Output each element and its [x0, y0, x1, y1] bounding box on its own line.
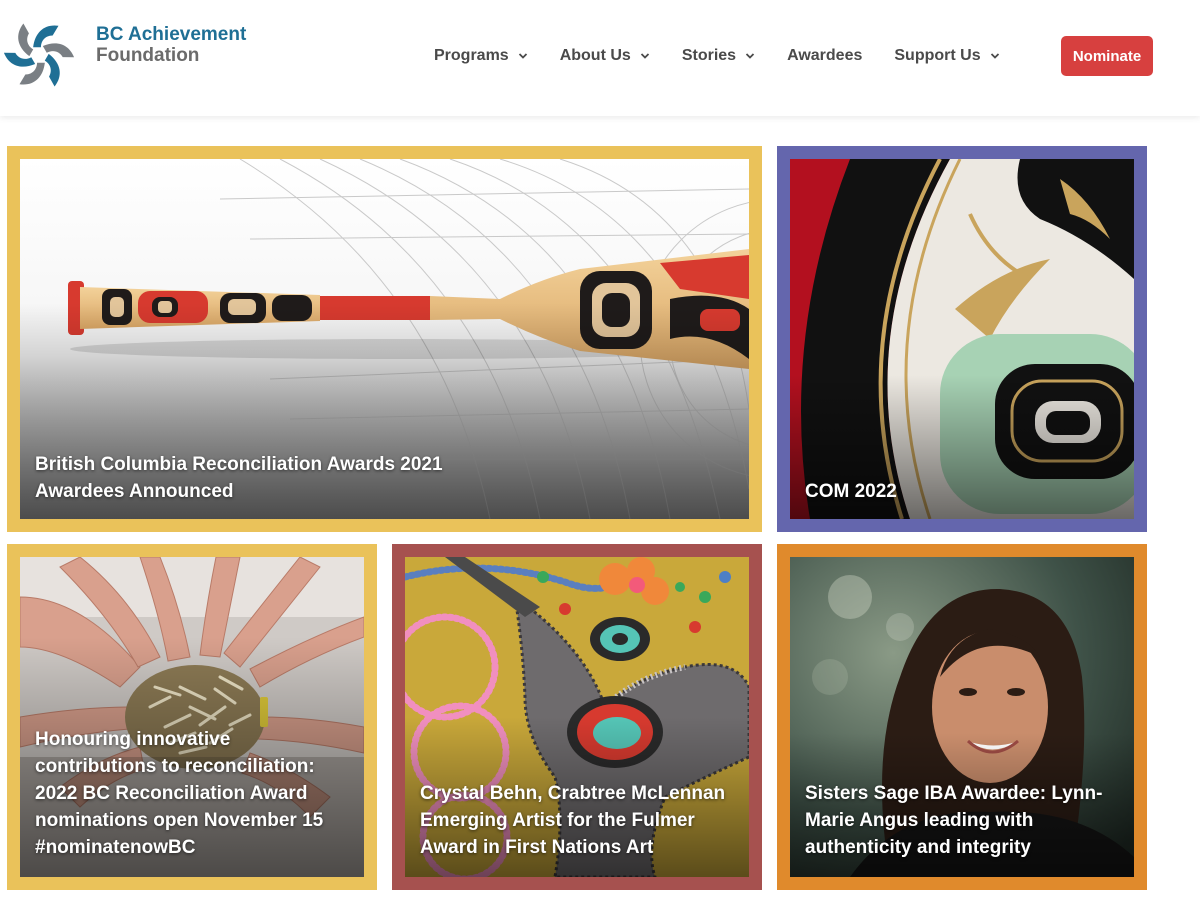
card-media: Sisters Sage IBA Awardee: Lynn-Marie Ang…: [790, 557, 1134, 877]
story-card-reconciliation-awards-2021[interactable]: British Columbia Reconciliation Awards 2…: [7, 146, 762, 532]
nav-item-label: Awardees: [787, 47, 863, 64]
story-card-com-2022[interactable]: COM 2022: [777, 146, 1147, 532]
logo-line-2: Foundation: [96, 45, 200, 66]
card-title: Honouring innovative contributions to re…: [35, 729, 324, 858]
nav-item-label: Programs: [434, 47, 509, 64]
main-nav: Programs About Us Stories Awardees Suppo…: [418, 36, 1016, 76]
logo-line-1: BC Achievement: [96, 24, 247, 45]
story-card-lynn-marie-angus[interactable]: Sisters Sage IBA Awardee: Lynn-Marie Ang…: [777, 544, 1147, 890]
nav-item-stories[interactable]: Stories: [666, 36, 771, 76]
card-media: Crystal Behn, Crabtree McLennan Emerging…: [405, 557, 749, 877]
card-title: Sisters Sage IBA Awardee: Lynn-Marie Ang…: [805, 783, 1103, 858]
nav-item-awardees[interactable]: Awardees: [771, 36, 878, 76]
site-logo[interactable]: BC Achievement Foundation: [0, 14, 260, 96]
chevron-down-icon: [990, 53, 999, 59]
card-title: Crystal Behn, Crabtree McLennan Emerging…: [420, 783, 726, 858]
chevron-down-icon: [745, 53, 755, 59]
chevron-down-icon: [640, 53, 649, 59]
logo-wordmark: BC Achievement Foundation: [96, 24, 246, 66]
nav-item-label: Support Us: [894, 47, 981, 64]
story-card-reconciliation-nominations-2022[interactable]: Honouring innovative contributions to re…: [7, 544, 377, 890]
nominate-button[interactable]: Nominate: [1061, 36, 1153, 76]
chevron-down-icon: [518, 53, 527, 59]
site-header: BC Achievement Foundation Programs About…: [0, 0, 1200, 116]
card-title: British Columbia Reconciliation Awards 2…: [35, 454, 443, 502]
card-media: COM 2022: [790, 159, 1134, 519]
nav-item-about-us[interactable]: About Us: [544, 36, 666, 76]
nav-item-label: About Us: [559, 47, 631, 64]
nav-item-label: Stories: [681, 47, 737, 64]
card-media: Honouring innovative contributions to re…: [20, 557, 364, 877]
foundation-logo-icon: [3, 23, 75, 87]
nav-item-support-us[interactable]: Support Us: [878, 36, 1015, 76]
card-media: British Columbia Reconciliation Awards 2…: [20, 159, 749, 519]
nav-item-programs[interactable]: Programs: [418, 36, 544, 76]
card-title: COM 2022: [805, 481, 897, 502]
story-card-crystal-behn[interactable]: Crystal Behn, Crabtree McLennan Emerging…: [392, 544, 762, 890]
